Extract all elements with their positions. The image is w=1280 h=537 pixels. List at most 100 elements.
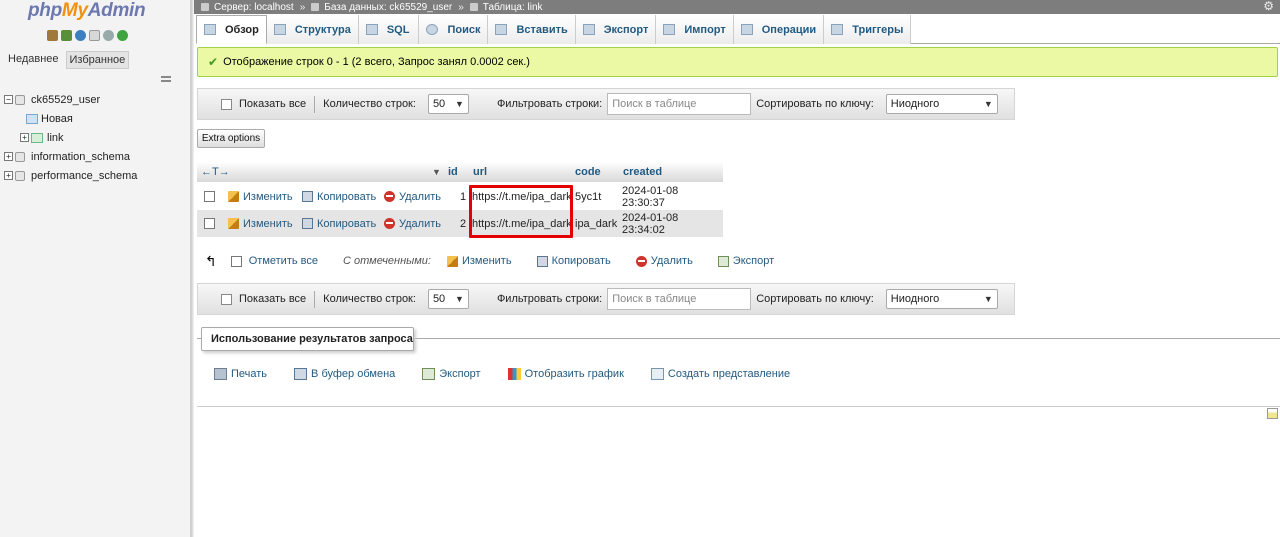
- check-all-link[interactable]: Отметить все: [249, 255, 318, 267]
- breadcrumb: Сервер: localhost » База данных: ck65529…: [194, 0, 1280, 14]
- chevron-down-icon: ▼: [983, 294, 993, 304]
- tab-structure[interactable]: Структура: [266, 15, 359, 44]
- tab-insert[interactable]: Вставить: [488, 15, 576, 44]
- copy-button[interactable]: Копировать: [302, 183, 376, 210]
- phpmyadmin-logo[interactable]: phpMyAdmin: [28, 0, 146, 22]
- row-checkbox[interactable]: [204, 218, 215, 229]
- print-icon: [214, 368, 227, 380]
- expand-icon[interactable]: +: [4, 152, 13, 161]
- tree-db-performance_schema[interactable]: + performance_schema: [4, 166, 137, 185]
- tab-operations[interactable]: Операции: [733, 15, 825, 44]
- expand-icon[interactable]: +: [20, 133, 29, 142]
- bulk-export-button[interactable]: Экспорт: [717, 255, 774, 267]
- table-icon: [31, 132, 43, 143]
- bulk-delete-button[interactable]: Удалить: [635, 255, 693, 267]
- structure-icon: [273, 24, 286, 35]
- extra-options-button[interactable]: Extra options: [197, 129, 265, 148]
- filter-input[interactable]: Поиск в таблице: [607, 93, 752, 115]
- show-all-checkbox[interactable]: [221, 98, 232, 110]
- server-icon: [201, 3, 209, 11]
- sort-select[interactable]: Ниодного ▼: [885, 289, 998, 309]
- tab-triggers[interactable]: Триггеры: [824, 15, 912, 44]
- check-all-checkbox[interactable]: [230, 255, 242, 267]
- collapse-icon[interactable]: −: [4, 95, 13, 104]
- pencil-icon: [446, 255, 458, 267]
- favorites-tab[interactable]: Избранное: [65, 51, 130, 69]
- tab-browse[interactable]: Обзор: [196, 15, 267, 44]
- edit-button[interactable]: Изменить: [228, 210, 293, 237]
- column-url[interactable]: url: [473, 166, 487, 178]
- browse-icon: [204, 24, 216, 35]
- insert-icon: [495, 24, 508, 35]
- help-icon[interactable]: [75, 30, 86, 41]
- show-all-checkbox[interactable]: [221, 293, 232, 305]
- delete-icon: [384, 218, 395, 229]
- cell-code[interactable]: 5yc1t: [575, 183, 601, 210]
- bulk-copy-button[interactable]: Копировать: [536, 255, 611, 267]
- table-row: Изменить Копировать Удалить 2 https://t.…: [197, 210, 723, 237]
- breadcrumb-server[interactable]: Сервер: localhost: [201, 2, 294, 13]
- clipboard-icon: [294, 368, 308, 380]
- database-tree: − ck65529_user Новая + link + informatio…: [4, 90, 137, 185]
- cell-id[interactable]: 1: [460, 183, 466, 210]
- cell-created[interactable]: 2024-01-08 23:30:37: [622, 183, 723, 210]
- tree-db-information_schema[interactable]: + information_schema: [4, 147, 137, 166]
- console-toggle-icon[interactable]: [1267, 408, 1278, 419]
- search-icon: [426, 24, 439, 35]
- settings-icon[interactable]: [103, 30, 114, 41]
- database-icon: [15, 170, 25, 181]
- row-count-select[interactable]: 50 ▼: [427, 94, 469, 114]
- table-header: ←T→ ▼ id url code created: [197, 162, 723, 182]
- import-icon: [663, 24, 676, 35]
- tab-import[interactable]: Импорт: [656, 15, 734, 44]
- sort-dropdown-icon[interactable]: ▼: [432, 167, 441, 177]
- home-icon[interactable]: [47, 30, 58, 41]
- gear-icon[interactable]: ⚙: [1263, 0, 1274, 13]
- cell-created[interactable]: 2024-01-08 23:34:02: [622, 210, 723, 237]
- cell-code[interactable]: ipa_dark: [575, 210, 617, 237]
- table-row: Изменить Копировать Удалить 1 https://t.…: [197, 183, 723, 210]
- row-checkbox[interactable]: [204, 191, 215, 202]
- chart-icon: [507, 368, 521, 380]
- logout-icon[interactable]: [61, 30, 72, 41]
- edit-button[interactable]: Изменить: [228, 183, 293, 210]
- filter-label: Фильтровать строки:: [496, 293, 603, 305]
- tree-table-link[interactable]: + link: [4, 128, 137, 147]
- breadcrumb-table[interactable]: Таблица: link: [469, 2, 543, 13]
- export-icon: [422, 368, 436, 380]
- print-button[interactable]: Печать: [214, 368, 267, 380]
- delete-button[interactable]: Удалить: [384, 210, 441, 237]
- expand-icon[interactable]: +: [4, 171, 13, 180]
- cell-id[interactable]: 2: [460, 210, 466, 237]
- tree-db-ck65529_user[interactable]: − ck65529_user: [4, 90, 137, 109]
- export-button[interactable]: Экспорт: [422, 368, 481, 380]
- database-icon: [15, 94, 25, 105]
- reload-icon[interactable]: [117, 30, 128, 41]
- display-chart-button[interactable]: Отобразить график: [507, 368, 624, 380]
- sidebar-resizer[interactable]: [191, 0, 194, 537]
- tab-sql[interactable]: SQL: [358, 15, 420, 44]
- delete-button[interactable]: Удалить: [384, 183, 441, 210]
- chevron-down-icon: ▼: [455, 294, 464, 304]
- filter-input[interactable]: Поиск в таблице: [607, 288, 752, 310]
- tab-export[interactable]: Экспорт: [575, 15, 657, 44]
- copy-to-clipboard-button[interactable]: В буфер обмена: [294, 368, 395, 380]
- column-created[interactable]: created: [623, 166, 662, 178]
- column-id[interactable]: id: [448, 166, 458, 178]
- tab-search[interactable]: Поиск: [419, 15, 489, 44]
- chevron-down-icon: ▼: [455, 99, 464, 109]
- create-view-button[interactable]: Создать представление: [650, 368, 790, 380]
- column-nav-arrows[interactable]: ←T→: [201, 166, 230, 178]
- tree-new-table[interactable]: Новая: [4, 109, 137, 128]
- recent-tab[interactable]: Недавнее: [5, 51, 62, 69]
- docs-icon[interactable]: [89, 30, 100, 41]
- copy-button[interactable]: Копировать: [302, 210, 376, 237]
- column-code[interactable]: code: [575, 166, 601, 178]
- breadcrumb-separator: »: [299, 1, 306, 13]
- row-count-select[interactable]: 50 ▼: [427, 289, 469, 309]
- link-with-main-icon[interactable]: [161, 76, 171, 82]
- sort-select[interactable]: Ниодного ▼: [885, 94, 998, 114]
- copy-icon: [536, 255, 548, 267]
- breadcrumb-database[interactable]: База данных: ck65529_user: [311, 2, 452, 13]
- bulk-edit-button[interactable]: Изменить: [446, 255, 512, 267]
